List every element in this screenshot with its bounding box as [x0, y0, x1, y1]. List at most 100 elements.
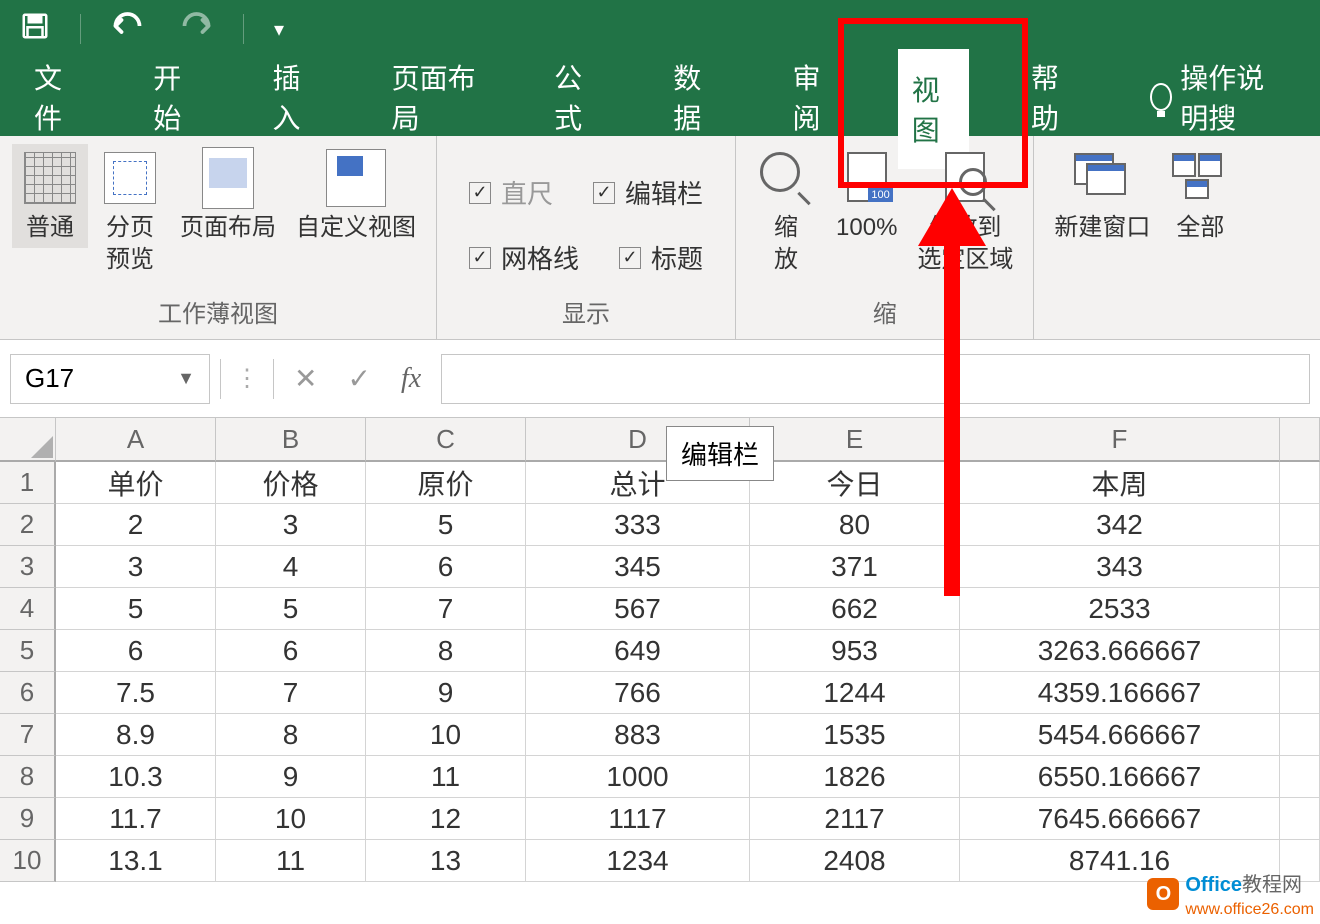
cancel-icon[interactable]: ✕: [294, 362, 317, 395]
row-header[interactable]: 3: [0, 546, 56, 588]
new-window-button[interactable]: 新建窗口: [1046, 144, 1158, 248]
cell[interactable]: 1826: [750, 756, 960, 798]
checkbox-headings[interactable]: ✓ 标题: [619, 239, 703, 276]
view-pagebreak-button[interactable]: 分页 预览: [92, 144, 168, 280]
cell[interactable]: 本周: [960, 462, 1280, 504]
cell[interactable]: [1280, 714, 1320, 756]
cell[interactable]: 10.3: [56, 756, 216, 798]
cell[interactable]: 7.5: [56, 672, 216, 714]
cell[interactable]: 8: [216, 714, 366, 756]
view-custom-button[interactable]: 自定义视图: [288, 144, 424, 248]
name-box[interactable]: G17 ▼: [10, 354, 210, 404]
tab-home[interactable]: 开始: [139, 47, 210, 147]
cell[interactable]: 5454.666667: [960, 714, 1280, 756]
cell[interactable]: [1280, 756, 1320, 798]
cell[interactable]: 13.1: [56, 840, 216, 882]
cell[interactable]: 5: [56, 588, 216, 630]
select-all-corner[interactable]: [0, 418, 56, 462]
cell[interactable]: 3: [56, 546, 216, 588]
cell[interactable]: [1280, 588, 1320, 630]
cell[interactable]: [1280, 504, 1320, 546]
row-header[interactable]: 9: [0, 798, 56, 840]
cell[interactable]: 6: [216, 630, 366, 672]
cell[interactable]: 343: [960, 546, 1280, 588]
cell[interactable]: 13: [366, 840, 526, 882]
cell[interactable]: 80: [750, 504, 960, 546]
formula-input[interactable]: [441, 354, 1310, 404]
cell[interactable]: 7: [216, 672, 366, 714]
row-header[interactable]: 1: [0, 462, 56, 504]
customize-dropdown-icon[interactable]: ▾: [274, 17, 284, 42]
cell[interactable]: 3263.666667: [960, 630, 1280, 672]
row-header[interactable]: 8: [0, 756, 56, 798]
col-header-b[interactable]: B: [216, 418, 366, 462]
cell[interactable]: 1535: [750, 714, 960, 756]
save-icon[interactable]: [20, 11, 50, 48]
col-header-a[interactable]: A: [56, 418, 216, 462]
col-header-f[interactable]: F: [960, 418, 1280, 462]
cell[interactable]: 10: [366, 714, 526, 756]
enter-icon[interactable]: ✓: [347, 362, 370, 395]
cell[interactable]: 649: [526, 630, 750, 672]
cell[interactable]: 2533: [960, 588, 1280, 630]
cell[interactable]: [1280, 798, 1320, 840]
cell[interactable]: 6: [366, 546, 526, 588]
cell[interactable]: 11.7: [56, 798, 216, 840]
fx-icon[interactable]: fx: [401, 363, 421, 395]
redo-icon[interactable]: [177, 12, 213, 47]
cell[interactable]: 2117: [750, 798, 960, 840]
cell[interactable]: 6550.166667: [960, 756, 1280, 798]
cell[interactable]: 9: [216, 756, 366, 798]
cell[interactable]: 11: [216, 840, 366, 882]
cell[interactable]: 6: [56, 630, 216, 672]
tab-help[interactable]: 帮助: [1017, 47, 1088, 147]
tab-file[interactable]: 文件: [20, 47, 91, 147]
cell[interactable]: 953: [750, 630, 960, 672]
cell[interactable]: 10: [216, 798, 366, 840]
cell[interactable]: 371: [750, 546, 960, 588]
row-header[interactable]: 5: [0, 630, 56, 672]
cell[interactable]: 345: [526, 546, 750, 588]
row-header[interactable]: 7: [0, 714, 56, 756]
cell[interactable]: 1117: [526, 798, 750, 840]
row-header[interactable]: 4: [0, 588, 56, 630]
cell[interactable]: 7: [366, 588, 526, 630]
tab-data[interactable]: 数据: [659, 47, 730, 147]
cell[interactable]: 单价: [56, 462, 216, 504]
cell[interactable]: 11: [366, 756, 526, 798]
col-header-g[interactable]: [1280, 418, 1320, 462]
cell[interactable]: 333: [526, 504, 750, 546]
cell[interactable]: [1280, 462, 1320, 504]
cell[interactable]: 4: [216, 546, 366, 588]
cell[interactable]: 1234: [526, 840, 750, 882]
checkbox-gridlines[interactable]: ✓ 网格线: [469, 239, 579, 276]
cell[interactable]: 8.9: [56, 714, 216, 756]
name-box-dropdown-icon[interactable]: ▼: [177, 368, 195, 389]
cell[interactable]: [1280, 672, 1320, 714]
zoom-selection-button[interactable]: 缩放到 选定区域: [909, 144, 1021, 280]
row-header[interactable]: 6: [0, 672, 56, 714]
col-header-c[interactable]: C: [366, 418, 526, 462]
tab-formulas[interactable]: 公式: [540, 47, 611, 147]
zoom-100-button[interactable]: 100 100%: [828, 144, 905, 248]
cell[interactable]: 12: [366, 798, 526, 840]
cell[interactable]: 662: [750, 588, 960, 630]
tab-pagelayout[interactable]: 页面布局: [378, 47, 492, 147]
row-header[interactable]: 10: [0, 840, 56, 882]
cell[interactable]: 883: [526, 714, 750, 756]
cell[interactable]: [1280, 546, 1320, 588]
col-header-e[interactable]: E: [750, 418, 960, 462]
cell[interactable]: 1244: [750, 672, 960, 714]
cell[interactable]: 今日: [750, 462, 960, 504]
cell[interactable]: 9: [366, 672, 526, 714]
row-header[interactable]: 2: [0, 504, 56, 546]
worksheet-grid[interactable]: A B C D E F 1单价价格原价总计今日本周223533380342334…: [0, 418, 1320, 882]
cell[interactable]: 7645.666667: [960, 798, 1280, 840]
cell[interactable]: 3: [216, 504, 366, 546]
cell[interactable]: 价格: [216, 462, 366, 504]
cell[interactable]: 766: [526, 672, 750, 714]
cell[interactable]: 原价: [366, 462, 526, 504]
cell[interactable]: 1000: [526, 756, 750, 798]
checkbox-formulabar[interactable]: ✓ 编辑栏: [593, 174, 703, 211]
cell[interactable]: 567: [526, 588, 750, 630]
